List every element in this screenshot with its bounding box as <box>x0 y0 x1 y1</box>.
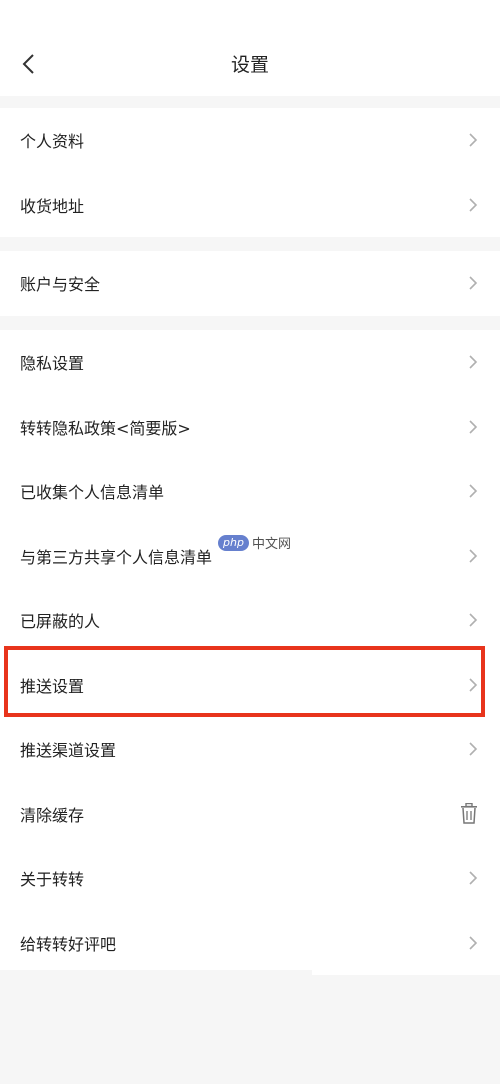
nav-bar: 设置 <box>0 0 500 96</box>
chevron-right-icon <box>466 272 480 294</box>
settings-item-privacy-policy[interactable]: 转转隐私政策<简要版> <box>0 395 500 460</box>
watermark: php 中文网 <box>218 533 291 552</box>
settings-item-label: 隐私设置 <box>20 354 85 374</box>
settings-item-collected-info[interactable]: 已收集个人信息清单 <box>0 459 500 524</box>
settings-item-label: 推送设置 <box>20 676 85 696</box>
settings-group-main: 隐私设置 转转隐私政策<简要版> 已收集个人信息清单 与第三方共享个人信息清单 … <box>0 330 500 975</box>
settings-item-label: 账户与安全 <box>20 275 101 295</box>
settings-item-profile[interactable]: 个人资料 <box>0 108 500 173</box>
settings-item-label: 给转转好评吧 <box>20 934 117 954</box>
settings-item-label: 关于转转 <box>20 870 85 890</box>
chevron-right-icon <box>466 545 480 567</box>
chevron-right-icon <box>466 674 480 696</box>
watermark-badge: php <box>218 534 249 551</box>
trash-icon[interactable] <box>458 802 480 825</box>
settings-item-rate-app[interactable]: 给转转好评吧 <box>0 911 500 976</box>
settings-item-about[interactable]: 关于转转 <box>0 846 500 911</box>
settings-item-address[interactable]: 收货地址 <box>0 173 500 238</box>
chevron-right-icon <box>466 480 480 502</box>
settings-item-push-channel[interactable]: 推送渠道设置 <box>0 717 500 782</box>
settings-item-label: 已屏蔽的人 <box>20 612 101 632</box>
settings-group-profile: 个人资料 收货地址 <box>0 108 500 237</box>
watermark-text: 中文网 <box>251 537 291 552</box>
settings-group-account: 账户与安全 <box>0 251 500 316</box>
chevron-right-icon <box>466 351 480 373</box>
settings-item-push-settings[interactable]: 推送设置 <box>0 653 500 718</box>
chevron-right-icon <box>466 129 480 151</box>
settings-item-label: 转转隐私政策<简要版> <box>20 418 191 438</box>
chevron-right-icon <box>466 738 480 760</box>
settings-item-account-security[interactable]: 账户与安全 <box>0 251 500 316</box>
bottom-background <box>0 970 312 1084</box>
page-title: 设置 <box>230 54 269 76</box>
chevron-right-icon <box>466 932 480 954</box>
settings-item-label: 收货地址 <box>20 196 85 216</box>
settings-item-privacy[interactable]: 隐私设置 <box>0 330 500 395</box>
settings-item-label: 已收集个人信息清单 <box>20 483 165 503</box>
chevron-right-icon <box>466 867 480 889</box>
chevron-right-icon <box>466 194 480 216</box>
settings-item-label: 推送渠道设置 <box>20 741 117 761</box>
settings-item-blocked-users[interactable]: 已屏蔽的人 <box>0 588 500 653</box>
settings-item-label: 个人资料 <box>20 132 85 152</box>
chevron-right-icon <box>466 416 480 438</box>
settings-item-clear-cache[interactable]: 清除缓存 <box>0 782 500 847</box>
settings-item-label: 清除缓存 <box>20 805 85 825</box>
chevron-right-icon <box>466 609 480 631</box>
